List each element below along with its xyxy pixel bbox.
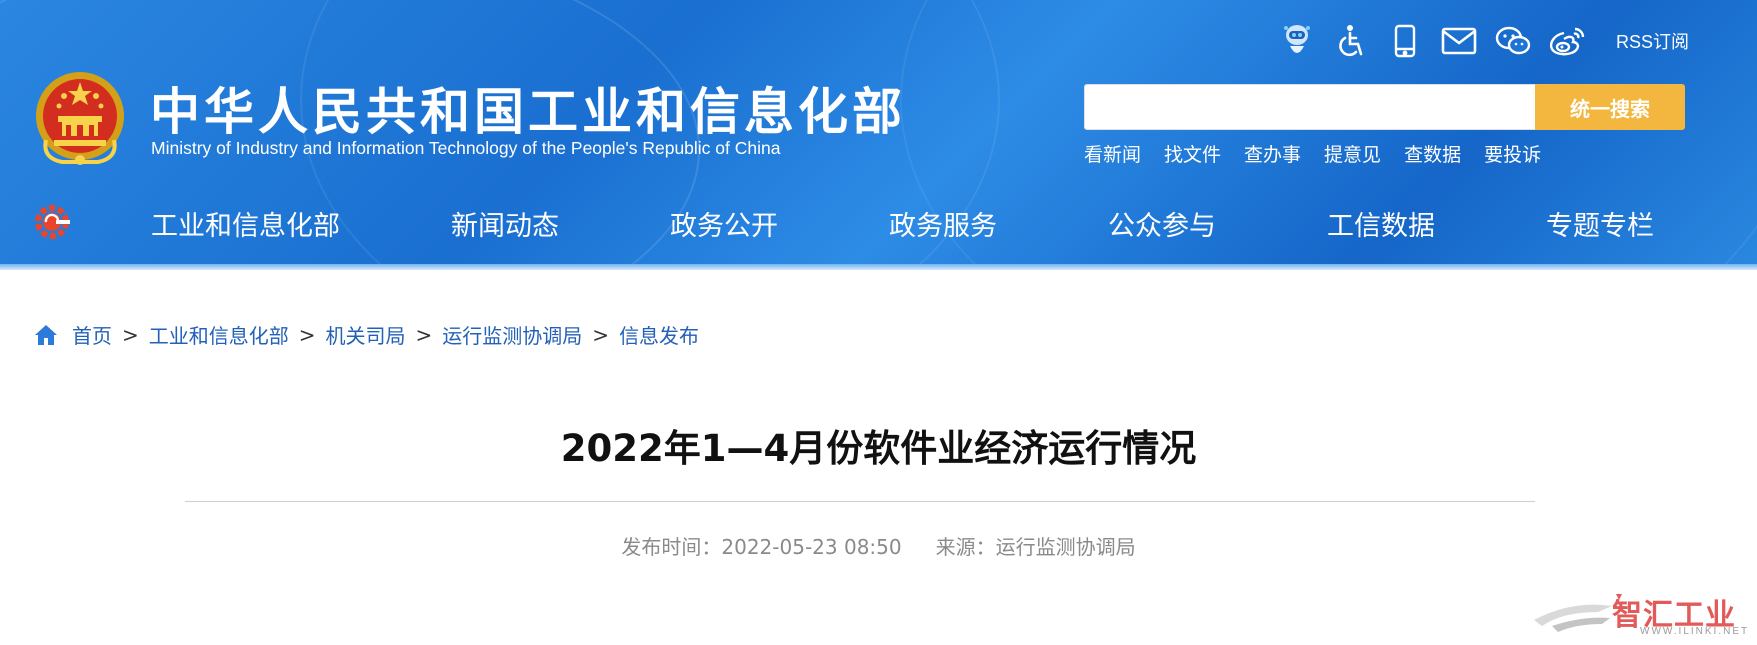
- weibo-icon[interactable]: [1540, 20, 1594, 62]
- quick-link-news[interactable]: 看新闻: [1084, 140, 1141, 167]
- nav-item-gov-affairs-open[interactable]: 政务公开: [670, 204, 778, 243]
- publish-time: 2022-05-23 08:50: [721, 535, 902, 559]
- source-label: 来源：: [935, 535, 996, 559]
- robot-assistant-icon[interactable]: [1270, 20, 1324, 62]
- nav-item-public-participation[interactable]: 公众参与: [1108, 204, 1216, 243]
- breadcrumb-separator: >: [298, 322, 316, 347]
- nav-item-gov-services[interactable]: 政务服务: [889, 204, 997, 243]
- main-nav: 工业和信息化部 新闻动态 政务公开 政务服务 公众参与 工信数据 专题专栏: [0, 196, 1757, 252]
- national-emblem-icon[interactable]: [32, 70, 128, 168]
- mail-icon[interactable]: [1432, 20, 1486, 62]
- quick-link-services[interactable]: 查办事: [1244, 140, 1301, 167]
- title-divider: [185, 501, 1535, 502]
- source-value: 运行监测协调局: [995, 535, 1136, 559]
- breadcrumb-departments[interactable]: 机关司局: [326, 320, 406, 349]
- article-title: 2022年1—4月份软件业经济运行情况: [560, 427, 1197, 470]
- watermark-url: WWW.ILINKI.NET: [1640, 626, 1750, 637]
- quick-link-feedback[interactable]: 提意见: [1324, 140, 1381, 167]
- header-divider: [0, 264, 1757, 270]
- site-title-en[interactable]: Ministry of Industry and Information Tec…: [151, 138, 780, 159]
- breadcrumb-separator: >: [415, 322, 433, 347]
- publish-time-label: 发布时间：: [621, 535, 722, 559]
- nav-item-news[interactable]: 新闻动态: [451, 204, 559, 243]
- article-meta: 发布时间：2022-05-23 08:50 来源：运行监测协调局: [0, 531, 1757, 560]
- rss-subscribe-link[interactable]: RSS订阅: [1616, 28, 1689, 54]
- mobile-icon[interactable]: [1378, 20, 1432, 62]
- ministry-logo-icon[interactable]: [32, 202, 72, 242]
- nav-item-special-topics[interactable]: 专题专栏: [1546, 204, 1654, 243]
- breadcrumb-monitoring-bureau[interactable]: 运行监测协调局: [442, 320, 582, 349]
- site-title-cn[interactable]: 中华人民共和国工业和信息化部: [150, 72, 906, 144]
- tool-icons-bar: [1270, 20, 1594, 62]
- breadcrumb-home[interactable]: 首页: [72, 320, 112, 349]
- nav-item-data[interactable]: 工信数据: [1327, 204, 1435, 243]
- site-header: 中华人民共和国工业和信息化部 Ministry of Industry and …: [0, 0, 1757, 270]
- quick-link-complaint[interactable]: 要投诉: [1484, 140, 1541, 167]
- search-input[interactable]: [1084, 84, 1536, 130]
- breadcrumb: 首页 > 工业和信息化部 > 机关司局 > 运行监测协调局 > 信息发布: [34, 320, 699, 349]
- accessibility-icon[interactable]: [1324, 20, 1378, 62]
- breadcrumb-separator: >: [592, 322, 610, 347]
- quick-link-documents[interactable]: 找文件: [1164, 140, 1221, 167]
- quick-link-data[interactable]: 查数据: [1404, 140, 1461, 167]
- quick-links: 看新闻 找文件 查办事 提意见 查数据 要投诉: [1084, 140, 1564, 167]
- home-icon[interactable]: [34, 324, 58, 346]
- breadcrumb-separator: >: [122, 322, 139, 347]
- breadcrumb-info-release[interactable]: 信息发布: [619, 320, 699, 349]
- nav-item-miit[interactable]: 工业和信息化部: [151, 204, 340, 243]
- search-button[interactable]: 统一搜索: [1535, 84, 1685, 130]
- breadcrumb-miit[interactable]: 工业和信息化部: [149, 320, 289, 349]
- wechat-icon[interactable]: [1486, 20, 1540, 62]
